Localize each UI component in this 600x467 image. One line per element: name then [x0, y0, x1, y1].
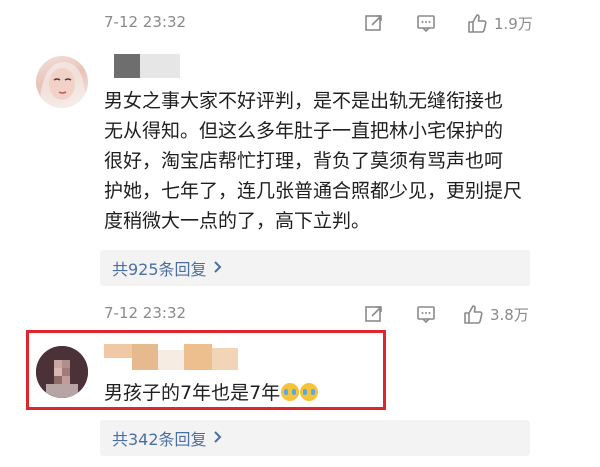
- like-icon: [464, 305, 483, 324]
- share-icon[interactable]: [364, 304, 384, 324]
- like-count: 1.9万: [494, 14, 533, 33]
- username-mosaic: [104, 344, 254, 370]
- like-icon: [468, 14, 487, 33]
- timestamp: 7-12 23:32: [104, 13, 187, 31]
- avatar[interactable]: [36, 346, 88, 398]
- view-replies-button[interactable]: 共342条回复: [100, 420, 530, 456]
- comment-text: 男孩子的7年也是7年: [104, 378, 364, 408]
- share-icon[interactable]: [364, 13, 384, 33]
- comment-line: 护她，七年了，连几张普通合照都少见，更别提尺: [104, 180, 523, 202]
- comment-line: 男女之事大家不好评判，是不是出轨无缝衔接也: [104, 90, 504, 112]
- avatar[interactable]: [36, 56, 88, 108]
- like-button[interactable]: 3.8万: [462, 303, 529, 325]
- comment-icon[interactable]: [416, 13, 436, 33]
- view-replies-button[interactable]: 共925条回复: [100, 250, 530, 286]
- chevron-right-icon: [213, 259, 223, 278]
- like-count: 3.8万: [490, 305, 529, 324]
- comment-line: 男孩子的7年也是7年: [104, 382, 281, 404]
- crying-emoji-icon: [281, 383, 300, 401]
- comment-icon[interactable]: [416, 304, 436, 324]
- reply-count: 共342条回复: [112, 430, 207, 449]
- reply-count: 共925条回复: [112, 260, 207, 279]
- username-mosaic: [104, 54, 184, 78]
- comment-line: 度稍微大一点的了，高下立判。: [104, 210, 371, 232]
- like-button[interactable]: 1.9万: [466, 12, 533, 34]
- chevron-right-icon: [213, 429, 223, 448]
- crying-emoji-icon: [300, 383, 319, 401]
- comment-text: 男女之事大家不好评判，是不是出轨无缝衔接也 无从得知。但这么多年肚子一直把林小宅…: [104, 86, 544, 236]
- comment-line: 很好，淘宝店帮忙打理，背负了莫须有骂声也呵: [104, 150, 504, 172]
- timestamp: 7-12 23:32: [104, 304, 187, 322]
- comment-line: 无从得知。但这么多年肚子一直把林小宅保护的: [104, 120, 504, 142]
